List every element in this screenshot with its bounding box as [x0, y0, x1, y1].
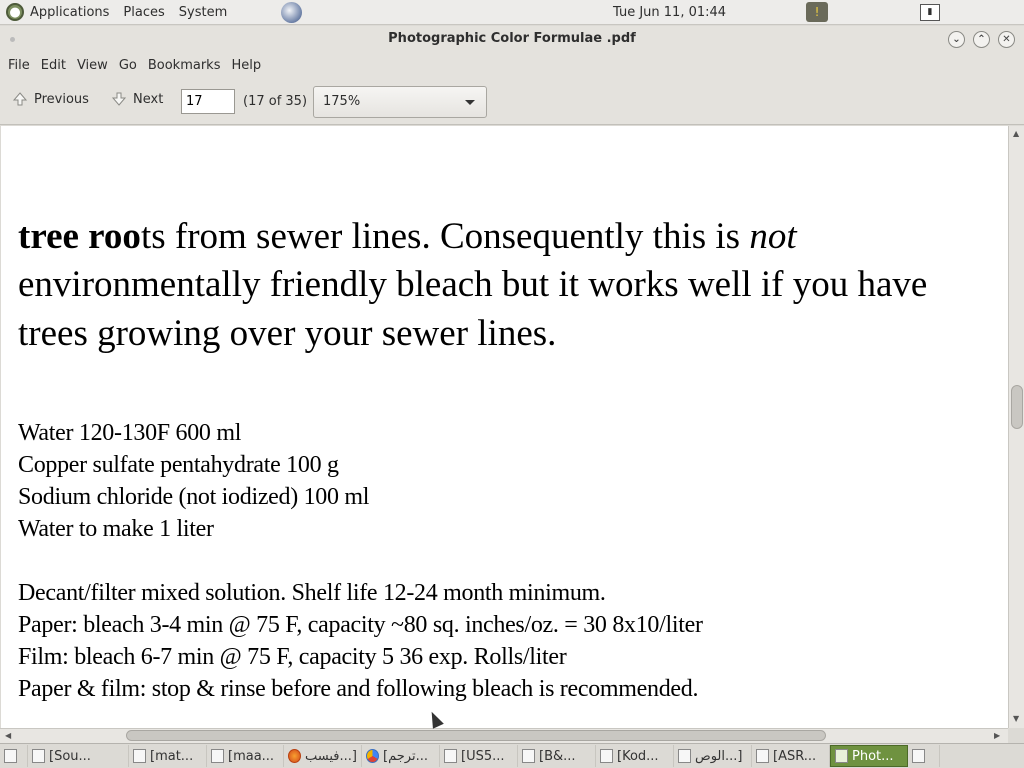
- taskbar-task[interactable]: [maa...: [207, 745, 284, 767]
- window-title: Photographic Color Formulae .pdf: [388, 31, 636, 46]
- file-icon: [211, 749, 224, 763]
- taskbar-task[interactable]: [B&...: [518, 745, 596, 767]
- toolbar: Previous Next: [0, 78, 1024, 125]
- doc-line-1-text: ts from sewer lines. Consequently this i…: [140, 216, 750, 257]
- horizontal-scrollbar[interactable]: ◀ ▶: [0, 728, 1008, 743]
- doc-line-1-bold: tree roo: [18, 216, 141, 257]
- firefox-icon: [288, 749, 301, 763]
- chrome-icon: [366, 749, 379, 763]
- taskbar-task-label: [ترجم...: [383, 748, 428, 764]
- places-menu[interactable]: Places: [123, 5, 164, 20]
- doc-line-1: tree roots from sewer lines. Consequentl…: [18, 213, 797, 261]
- menu-edit[interactable]: Edit: [41, 58, 66, 73]
- arrow-down-icon: [111, 92, 127, 106]
- top-panel-menus: ● Applications Places System: [6, 3, 227, 21]
- taskbar-handle[interactable]: [0, 745, 28, 767]
- file-icon: [522, 749, 535, 763]
- zoom-value: 175%: [323, 94, 361, 109]
- applications-menu[interactable]: Applications: [30, 5, 109, 20]
- taskbar-task-label: فيسب...]: [305, 748, 357, 764]
- taskbar-task-label: [maa...: [228, 748, 275, 764]
- previous-label: Previous: [34, 91, 89, 107]
- terminal-icon: [756, 749, 769, 763]
- doc-line-3: trees growing over your sewer lines.: [18, 313, 557, 354]
- maximize-button[interactable]: ⌃: [973, 31, 990, 48]
- taskbar-task[interactable]: [ترجم...: [362, 745, 440, 767]
- dropdown-caret-icon: [465, 100, 475, 105]
- next-page-button[interactable]: Next: [111, 91, 163, 107]
- file-icon: [133, 749, 146, 763]
- file-icon: [678, 749, 691, 763]
- menu-bookmarks[interactable]: Bookmarks: [148, 58, 221, 73]
- minimize-button[interactable]: ⌄: [948, 31, 965, 48]
- page-number-input[interactable]: [181, 89, 235, 114]
- scrollbar-corner: [1008, 728, 1024, 743]
- taskbar-task-label: Phot...: [852, 748, 894, 764]
- taskbar-task[interactable]: [mat...: [129, 745, 207, 767]
- window-menu-icon[interactable]: [10, 37, 15, 42]
- note-line: Paper: bleach 3-4 min @ 75 F, capacity ~…: [18, 612, 703, 638]
- menubar: File Edit View Go Bookmarks Help: [0, 52, 1024, 78]
- file-icon: [600, 749, 613, 763]
- taskbar-task-label: [B&...: [539, 748, 576, 764]
- taskbar-task[interactable]: الوص...]: [674, 745, 752, 767]
- scroll-up-icon[interactable]: ▲: [1013, 129, 1019, 138]
- page-count-label: (17 of 35): [243, 94, 308, 109]
- taskbar-task[interactable]: [Sou...: [28, 745, 129, 767]
- update-notifier-icon[interactable]: !: [806, 2, 828, 22]
- taskbar-task-label: الوص...]: [695, 748, 743, 764]
- scroll-down-icon[interactable]: ▼: [1013, 714, 1019, 723]
- note-line: Film: bleach 6-7 min @ 75 F, capacity 5 …: [18, 644, 567, 670]
- next-label: Next: [133, 91, 164, 107]
- panel-clock[interactable]: Tue Jun 11, 01:44: [613, 5, 726, 20]
- taskbar-task-active[interactable]: Phot...: [830, 745, 908, 767]
- note-line: Paper & film: stop & rinse before and fo…: [18, 676, 699, 702]
- note-line: Decant/filter mixed solution. Shelf life…: [18, 580, 606, 606]
- taskbar-task[interactable]: [ASR...: [752, 745, 830, 767]
- arrow-up-icon: [12, 92, 28, 106]
- formula-line: Water to make 1 liter: [18, 516, 214, 542]
- previous-page-button[interactable]: Previous: [12, 91, 89, 107]
- menu-help[interactable]: Help: [231, 58, 261, 73]
- taskbar: [Sou... [mat... [maa... فيسب...] [ترجم..…: [0, 743, 1024, 768]
- formula-line: Sodium chloride (not iodized) 100 ml: [18, 484, 370, 510]
- vertical-scroll-thumb[interactable]: [1011, 385, 1023, 429]
- doc-line-2: environmentally friendly bleach but it w…: [18, 264, 928, 305]
- doc-line-1-italic: not: [749, 216, 797, 257]
- taskbar-task-label: [US5...: [461, 748, 505, 764]
- file-icon: [444, 749, 457, 763]
- show-desktop-icon[interactable]: ▮: [920, 4, 940, 21]
- web-browser-launcher-icon[interactable]: [281, 2, 302, 23]
- zoom-select[interactable]: 175%: [313, 86, 487, 118]
- file-icon: [32, 749, 45, 763]
- pdf-icon: [835, 749, 848, 763]
- taskbar-extra[interactable]: [908, 745, 940, 767]
- applications-logo-icon[interactable]: ●: [6, 3, 24, 21]
- taskbar-task-label: [Sou...: [49, 748, 91, 764]
- taskbar-task[interactable]: فيسب...]: [284, 745, 362, 767]
- horizontal-scroll-thumb[interactable]: [126, 730, 826, 741]
- show-desktop-icon: [4, 749, 17, 763]
- formula-line: Copper sulfate pentahydrate 100 g: [18, 452, 339, 478]
- scroll-left-icon[interactable]: ◀: [5, 731, 11, 740]
- menu-file[interactable]: File: [8, 58, 30, 73]
- taskbar-task-label: [mat...: [150, 748, 194, 764]
- taskbar-task[interactable]: [US5...: [440, 745, 518, 767]
- menu-go[interactable]: Go: [119, 58, 137, 73]
- window-titlebar[interactable]: Photographic Color Formulae .pdf ⌄ ⌃ ✕: [0, 26, 1024, 52]
- system-menu[interactable]: System: [179, 5, 227, 20]
- scroll-right-icon[interactable]: ▶: [994, 731, 1000, 740]
- taskbar-task-label: [Kod...: [617, 748, 659, 764]
- file-icon: [912, 749, 925, 763]
- vertical-scrollbar[interactable]: ▲ ▼: [1008, 126, 1024, 728]
- top-panel: ● Applications Places System Tue Jun 11,…: [0, 0, 1024, 25]
- close-button[interactable]: ✕: [998, 31, 1015, 48]
- document-view[interactable]: tree roots from sewer lines. Consequentl…: [1, 126, 1008, 728]
- formula-line: Water 120-130F 600 ml: [18, 420, 242, 446]
- taskbar-task-label: [ASR...: [773, 748, 817, 764]
- taskbar-task[interactable]: [Kod...: [596, 745, 674, 767]
- menu-view[interactable]: View: [77, 58, 108, 73]
